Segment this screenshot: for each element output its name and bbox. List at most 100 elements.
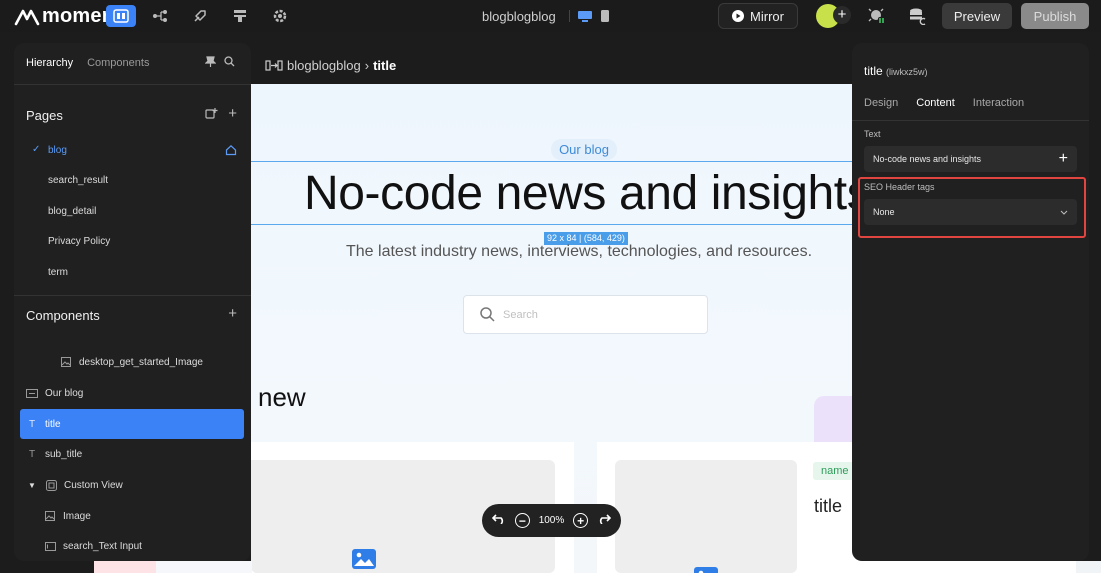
top-bar: momen blogblogblog Mirror + Preview Publ…	[0, 0, 1101, 32]
canvas-search-input[interactable]: Search	[463, 295, 708, 334]
mobile-device-icon[interactable]	[600, 9, 610, 28]
decorative-purple-block	[814, 396, 852, 442]
component-item-search-text-input[interactable]: search_Text Input	[20, 531, 244, 561]
text-label: Text	[864, 129, 881, 139]
breadcrumb-current: title	[373, 58, 397, 73]
element-name: title	[864, 64, 883, 78]
mirror-button[interactable]: Mirror	[718, 3, 798, 29]
components-actions: +	[228, 306, 237, 321]
desktop-device-icon[interactable]	[577, 10, 593, 28]
card-name-tag[interactable]: name	[813, 462, 857, 480]
canvas-edge	[156, 561, 252, 573]
text-icon: T	[28, 418, 36, 430]
check-icon: ✓	[32, 144, 41, 155]
zoom-toolbar: − 100% +	[482, 504, 621, 537]
page-item-search-result[interactable]: search_result	[48, 175, 108, 186]
tab-content[interactable]: Content	[916, 97, 955, 109]
component-label: Image	[63, 510, 91, 522]
logic-flow-icon[interactable]	[145, 5, 175, 27]
selected-element-title: title (liwkxz5w)	[864, 64, 928, 78]
component-label: Our blog	[45, 387, 84, 399]
logo-mark-icon	[14, 9, 40, 25]
pages-section-title: Pages	[26, 108, 63, 123]
page-item-term[interactable]: term	[48, 267, 68, 278]
html-icon	[26, 387, 38, 399]
settings-gear-icon[interactable]	[265, 5, 295, 27]
hero-title[interactable]: No-code news and insights	[304, 166, 871, 221]
tab-design[interactable]: Design	[864, 97, 898, 109]
component-label: search_Text Input	[63, 540, 142, 552]
component-label: title	[45, 418, 61, 430]
section-heading[interactable]: new	[258, 382, 306, 413]
component-item-image[interactable]: Image	[20, 501, 244, 531]
left-panel-tabs: Hierarchy Components	[26, 57, 149, 69]
debug-icon[interactable]	[868, 7, 886, 30]
add-folder-icon[interactable]	[205, 107, 218, 120]
redo-icon[interactable]	[597, 514, 612, 527]
component-item-sub-title[interactable]: T sub_title	[20, 439, 244, 469]
pages-actions: +	[205, 106, 237, 121]
search-icon[interactable]	[224, 56, 235, 67]
element-id: (liwkxz5w)	[886, 67, 928, 77]
preview-button[interactable]: Preview	[942, 3, 1012, 29]
component-item-desktop-get-started-image[interactable]: desktop_get_started_Image	[20, 347, 244, 377]
component-item-custom-view[interactable]: ▼ Custom View	[20, 470, 244, 500]
invite-collaborator-button[interactable]: +	[833, 6, 851, 24]
page-item-privacy-policy[interactable]: Privacy Policy	[48, 236, 110, 247]
divider	[852, 120, 1089, 121]
breadcrumb: blogblogblog › title	[265, 58, 396, 73]
component-label: desktop_get_started_Image	[79, 356, 203, 368]
pages-view-icon[interactable]	[106, 5, 136, 27]
image-icon	[44, 510, 56, 522]
actionflow-icon[interactable]	[185, 5, 215, 27]
breadcrumb-separator: ›	[364, 58, 370, 73]
component-label: sub_title	[45, 448, 83, 460]
add-page-icon[interactable]: +	[228, 106, 237, 121]
zoom-in-icon[interactable]: +	[573, 513, 589, 528]
tab-interaction[interactable]: Interaction	[973, 97, 1024, 109]
data-model-icon[interactable]	[225, 5, 255, 27]
play-icon	[732, 10, 745, 22]
components-section-title: Components	[26, 308, 100, 323]
component-item-title[interactable]: T title	[20, 409, 244, 439]
image-placeholder-icon	[351, 548, 377, 573]
caret-down-icon[interactable]: ▼	[26, 479, 38, 491]
database-icon[interactable]	[908, 7, 928, 30]
our-blog-badge[interactable]: Our blog	[551, 139, 617, 160]
momen-logo[interactable]: momen	[14, 5, 114, 28]
card-title[interactable]: title	[814, 496, 842, 517]
seo-highlight-outline	[858, 177, 1086, 238]
hero-subtitle[interactable]: The latest industry news, interviews, te…	[346, 243, 812, 261]
component-label: Custom View	[64, 479, 123, 491]
text-value-field[interactable]: No-code news and insights +	[864, 146, 1077, 172]
input-icon	[44, 540, 56, 552]
component-link-icon	[265, 60, 283, 71]
tab-components[interactable]: Components	[87, 57, 149, 69]
search-placeholder: Search	[503, 308, 538, 321]
breadcrumb-page[interactable]: blogblogblog	[287, 58, 361, 73]
decorative-pink-strip	[94, 561, 156, 573]
pin-icon[interactable]	[205, 56, 216, 67]
zoom-level: 100%	[538, 515, 565, 526]
page-item-blog[interactable]: blog	[48, 145, 67, 156]
view-icon	[45, 479, 57, 491]
add-binding-icon[interactable]: +	[1059, 151, 1068, 167]
divider	[14, 295, 251, 296]
publish-button[interactable]: Publish	[1021, 3, 1089, 29]
home-page-icon[interactable]	[225, 143, 237, 161]
logo-text: momen	[42, 5, 115, 27]
left-panel: Hierarchy Components Pages + ✓ blog sear…	[14, 43, 251, 561]
tab-hierarchy[interactable]: Hierarchy	[26, 57, 73, 69]
component-item-our-blog[interactable]: Our blog	[20, 378, 244, 408]
properties-tabs: Design Content Interaction	[864, 97, 1024, 109]
image-icon	[60, 356, 72, 368]
undo-icon[interactable]	[491, 514, 506, 527]
canvas-edge	[1076, 561, 1101, 573]
add-component-icon[interactable]: +	[228, 306, 237, 321]
card-image-placeholder	[615, 460, 797, 573]
device-separator	[569, 10, 570, 22]
page-item-blog-detail[interactable]: blog_detail	[48, 206, 96, 217]
image-placeholder-icon	[693, 563, 719, 573]
properties-panel: title (liwkxz5w) Design Content Interact…	[852, 43, 1089, 561]
zoom-out-icon[interactable]: −	[514, 513, 530, 528]
